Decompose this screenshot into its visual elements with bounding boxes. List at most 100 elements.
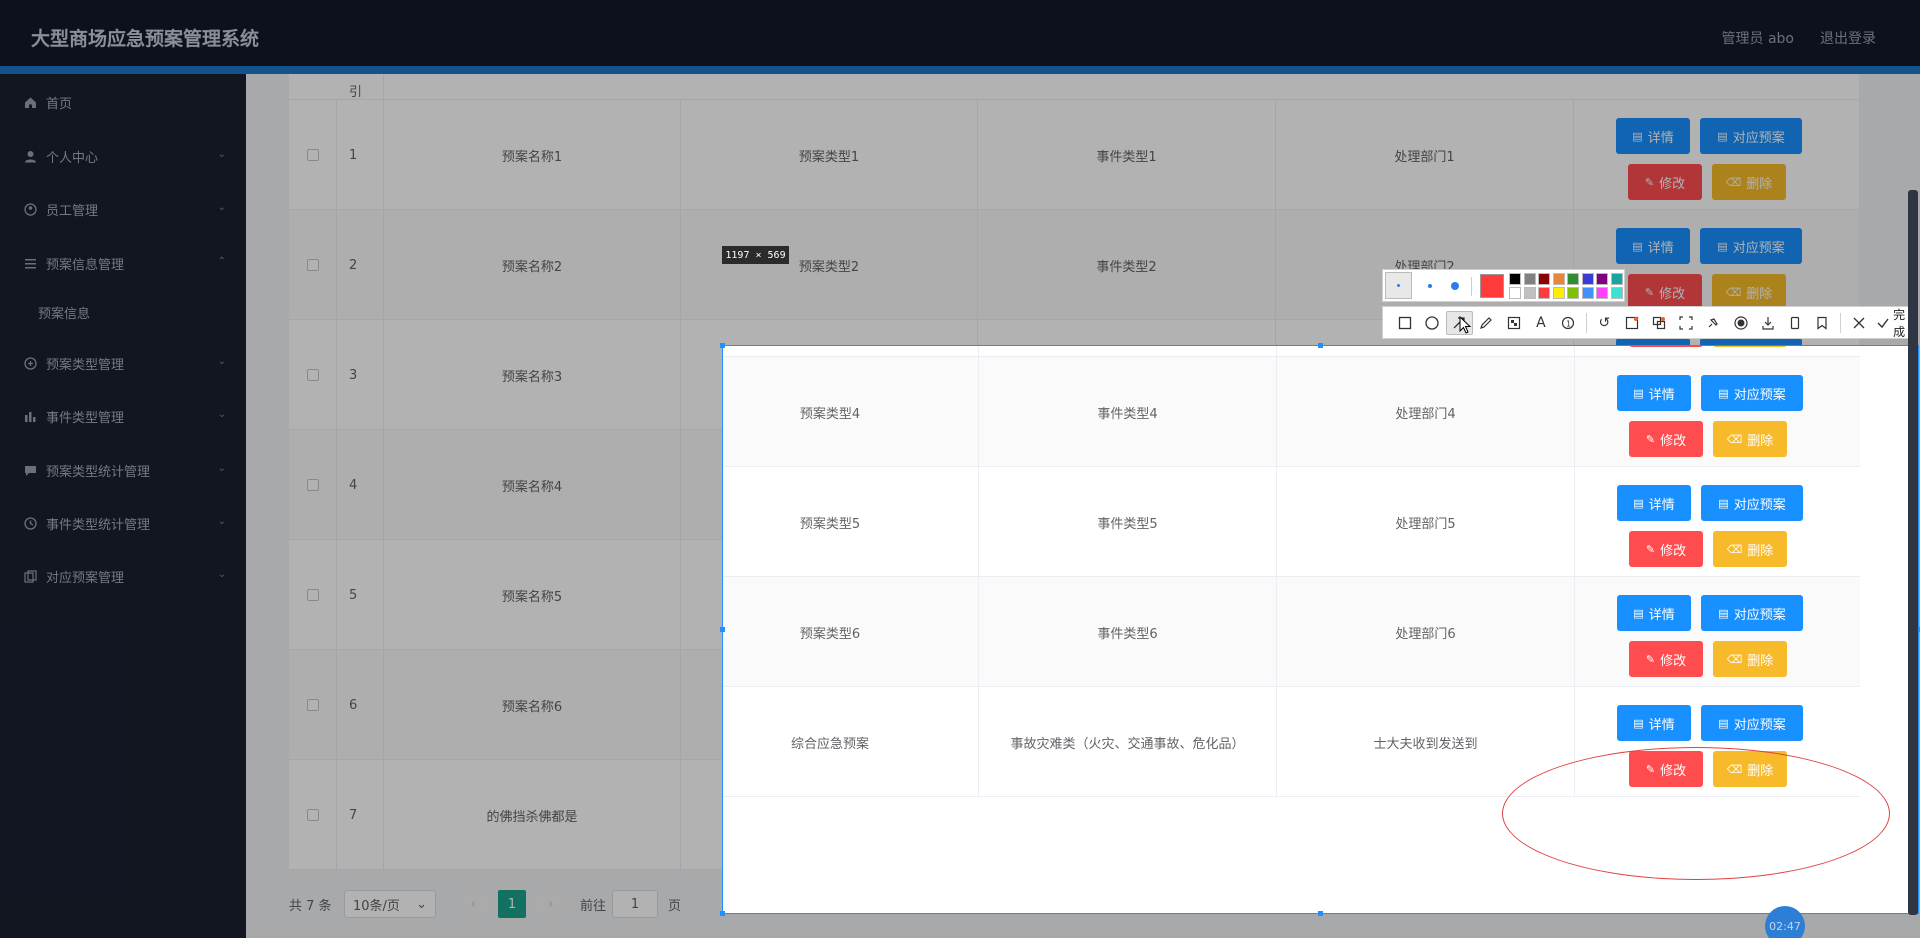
number-icon[interactable]: 1 [1555,311,1582,335]
row-checkbox[interactable] [306,589,319,601]
color-swatch[interactable] [1567,287,1579,299]
detail-button[interactable]: ▤ 详情 [1617,485,1691,521]
next-page-button[interactable]: › [537,890,565,918]
corresponding-plan-button[interactable]: ▤ 对应预案 [1701,485,1803,521]
circle-icon[interactable] [1418,311,1445,335]
detail-button[interactable]: ▤ 详情 [1616,118,1690,154]
delete-button[interactable]: ⌫删除 [1713,531,1787,567]
delete-button[interactable]: ⌫删除 [1713,641,1787,677]
ocr-icon[interactable] [1618,311,1645,335]
text-icon[interactable]: A [1527,311,1554,335]
corresponding-plan-button[interactable]: ▤ 对应预案 [1701,705,1803,741]
corresponding-plan-button[interactable]: ▤ 对应预案 [1700,228,1802,264]
sidebar-item-event-type[interactable]: 事件类型管理 ⌄ [0,396,246,436]
sidebar-item-plan-type-stats[interactable]: 预案类型统计管理 ⌄ [0,450,246,490]
current-color-swatch[interactable] [1480,274,1504,298]
pin-icon[interactable] [1700,311,1727,335]
color-swatch[interactable] [1552,273,1565,285]
resize-handle[interactable] [1318,343,1323,348]
trash-icon: ⌫ [1726,542,1743,556]
cell-plan-type: 综合应急预案 [723,687,979,797]
color-swatch[interactable] [1538,287,1550,299]
color-swatch[interactable] [1523,287,1536,299]
goto-page-input[interactable]: 1 [612,890,658,918]
delete-button[interactable]: ⌫删除 [1713,421,1787,457]
svg-text:1: 1 [1566,319,1571,328]
sidebar-item-profile[interactable]: 个人中心 ⌄ [0,136,246,176]
sidebar-item-corresponding-plan[interactable]: 对应预案管理 ⌄ [0,556,246,596]
row-checkbox[interactable] [306,809,319,821]
color-swatch[interactable] [1509,287,1521,299]
delete-button[interactable]: ⌫删除 [1712,164,1786,200]
rect-icon[interactable] [1391,311,1418,335]
sidebar-item-home[interactable]: 首页 [0,82,246,122]
button-label: 删除 [1746,176,1773,192]
color-swatch[interactable] [1596,287,1608,299]
button-label: 修改 [1660,543,1687,559]
sidebar-item-staff[interactable]: 员工管理 ⌄ [0,189,246,229]
pencil-icon[interactable] [1473,311,1500,335]
detail-button[interactable]: ▤ 详情 [1617,705,1691,741]
row-checkbox[interactable] [306,149,319,161]
color-swatch[interactable] [1567,273,1579,285]
resize-handle[interactable] [720,343,725,348]
cell-event-type: 事件类型1 [978,100,1276,210]
trash-icon: ⌫ [1726,652,1743,666]
color-swatch[interactable] [1610,287,1623,299]
detail-button[interactable]: ▤ 详情 [1616,228,1690,264]
edit-button[interactable]: ✎修改 [1629,531,1703,567]
edit-button[interactable]: ✎修改 [1628,274,1702,310]
prev-page-button[interactable]: ‹ [459,890,487,918]
edit-button[interactable]: ✎修改 [1628,164,1702,200]
corresponding-plan-button[interactable]: ▤ 对应预案 [1701,375,1803,411]
color-swatch[interactable] [1581,287,1594,299]
close-icon[interactable] [1845,311,1872,335]
corresponding-plan-button[interactable]: ▤ 对应预案 [1700,118,1802,154]
record-icon[interactable] [1727,311,1754,335]
admin-name[interactable]: 管理员 abo [1722,28,1794,48]
scrollbar[interactable] [1908,190,1918,915]
edit-button[interactable]: ✎修改 [1629,346,1703,347]
sidebar-item-event-type-stats[interactable]: 事件类型统计管理 ⌄ [0,503,246,543]
row-checkbox[interactable] [306,479,319,491]
copy-icon[interactable] [1782,311,1809,335]
corresponding-plan-button[interactable]: ▤ 对应预案 [1701,595,1803,631]
color-swatch[interactable] [1523,273,1536,285]
pen-size-small[interactable] [1385,272,1412,299]
pen-size-medium[interactable] [1416,272,1443,299]
color-swatch[interactable] [1552,287,1565,299]
detail-button[interactable]: ▤ 详情 [1617,375,1691,411]
row-checkbox[interactable] [306,259,319,271]
translate-icon[interactable] [1645,311,1672,335]
resize-handle[interactable] [720,627,725,632]
table-row: 4预案名称4预案类型4事件类型4处理部门4▤详情▤对应预案✎修改⌫删除 [723,357,1860,467]
edit-button[interactable]: ✎修改 [1629,421,1703,457]
logout-link[interactable]: 退出登录 [1820,28,1876,48]
color-swatch[interactable] [1509,273,1521,285]
sidebar-subitem-plan-info[interactable]: 预案信息 [0,292,246,332]
undo-icon[interactable]: ↺ [1591,311,1618,335]
page-number-current[interactable]: 1 [498,890,526,918]
delete-button[interactable]: ⌫删除 [1713,346,1787,347]
bookmark-icon[interactable] [1809,311,1836,335]
color-swatch[interactable] [1581,273,1594,285]
sidebar-item-plan-type[interactable]: 预案类型管理 ⌄ [0,343,246,383]
edit-icon: ✎ [1644,175,1655,189]
page-size-select[interactable]: 10条/页 ⌄ [344,890,436,918]
pen-size-large[interactable] [1441,272,1468,299]
row-checkbox[interactable] [306,369,319,381]
save-icon[interactable] [1754,311,1781,335]
mosaic-icon[interactable] [1500,311,1527,335]
edit-button[interactable]: ✎修改 [1629,641,1703,677]
color-swatch[interactable] [1610,273,1623,285]
detail-button[interactable]: ▤ 详情 [1617,595,1691,631]
scroll-icon[interactable] [1673,311,1700,335]
color-swatch[interactable] [1596,273,1608,285]
resize-handle[interactable] [1318,911,1323,916]
sidebar-item-plan-info[interactable]: 预案信息管理 ⌃ [0,243,246,283]
color-swatch[interactable] [1538,273,1550,285]
row-checkbox[interactable] [306,699,319,711]
resize-handle[interactable] [720,911,725,916]
cell-index: 7 [337,760,384,870]
delete-button[interactable]: ⌫删除 [1712,274,1786,310]
